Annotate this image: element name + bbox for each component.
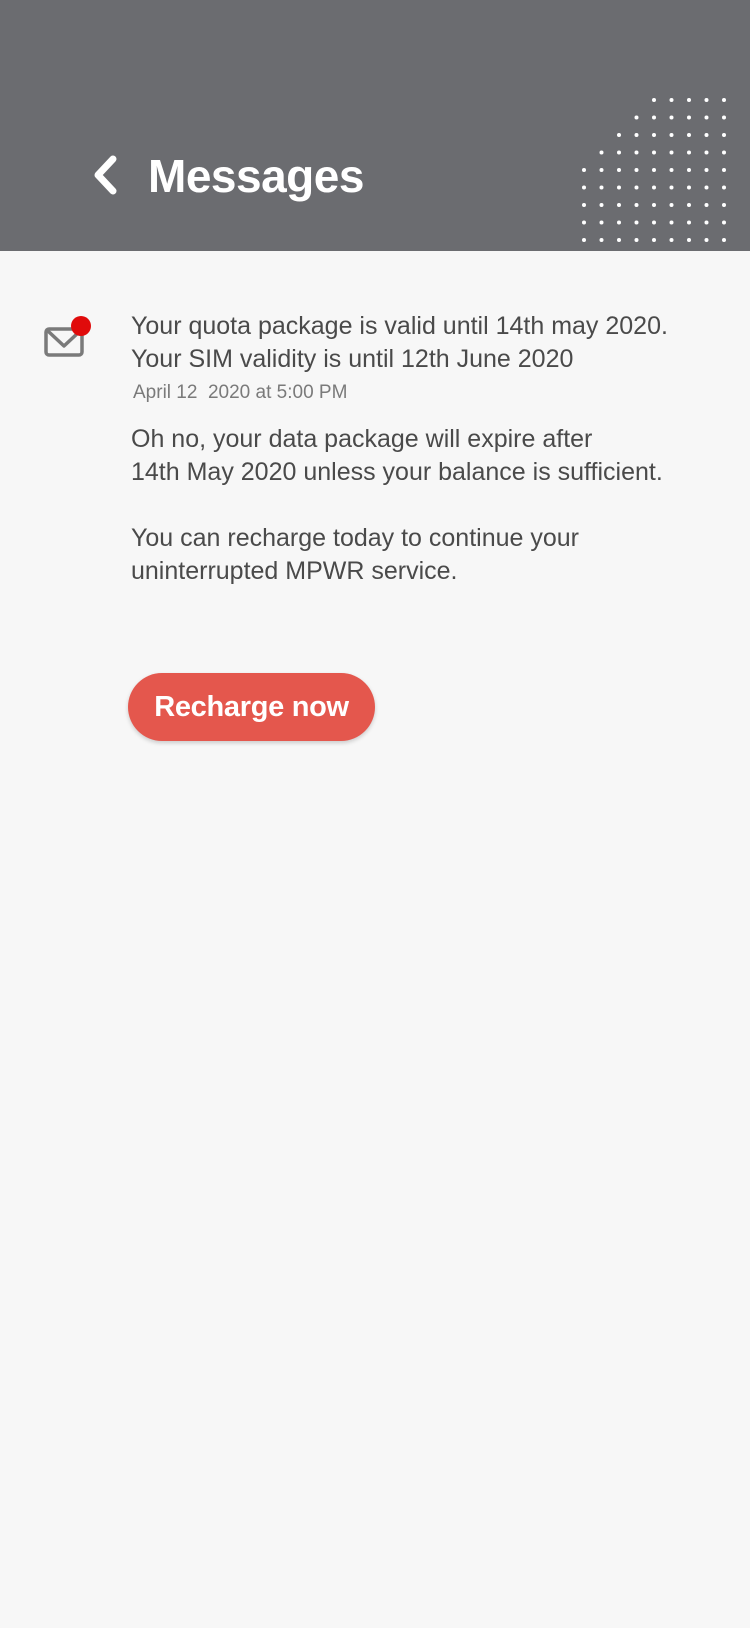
pattern-dot — [582, 185, 586, 190]
pattern-dot — [669, 98, 674, 102]
pattern-dot — [722, 115, 726, 120]
message-timestamp: April 12 2020 at 5:00 PM — [133, 382, 348, 403]
message-subject: Your quota package is valid until 14th m… — [131, 310, 731, 376]
pattern-dot — [652, 168, 656, 172]
pattern-dot — [704, 220, 709, 225]
pattern-dot — [652, 185, 656, 190]
pattern-dot — [669, 203, 674, 207]
pattern-dot — [599, 238, 604, 242]
pattern-dot — [617, 203, 621, 207]
pattern-dot — [722, 238, 726, 242]
pattern-dot — [599, 185, 604, 190]
unread-indicator — [71, 316, 91, 336]
pattern-dot — [582, 220, 586, 225]
pattern-dot — [652, 203, 656, 207]
pattern-dot — [722, 98, 726, 102]
subject-line: Your quota package is valid until 14th m… — [131, 312, 668, 340]
pattern-dot — [687, 220, 691, 225]
pattern-dot — [617, 185, 621, 190]
pattern-dot — [669, 133, 674, 137]
pattern-dot — [704, 185, 709, 190]
app-header: Messages — [0, 0, 750, 251]
pattern-dot — [634, 150, 639, 155]
pattern-dot — [634, 133, 639, 137]
page-title: Messages — [148, 150, 364, 202]
pattern-dot — [704, 168, 709, 172]
pattern-dot — [582, 168, 586, 172]
pattern-dot — [634, 203, 639, 207]
pattern-dot — [722, 185, 726, 190]
pattern-dot — [722, 168, 726, 172]
pattern-dot — [669, 168, 674, 172]
pattern-dot — [722, 150, 726, 155]
pattern-dot — [704, 238, 709, 242]
pattern-dot — [669, 150, 674, 155]
pattern-dot — [669, 238, 674, 242]
pattern-dot — [669, 220, 674, 225]
pattern-dot — [704, 98, 709, 102]
pattern-dot — [652, 238, 656, 242]
pattern-dot — [687, 115, 691, 120]
pattern-dot — [582, 238, 586, 242]
pattern-dot — [652, 133, 656, 137]
pattern-dot — [687, 133, 691, 137]
pattern-dot — [599, 168, 604, 172]
chevron-left-icon — [94, 155, 117, 195]
pattern-dot — [582, 203, 586, 207]
pattern-dot — [617, 150, 621, 155]
message-body: Oh no, your data package will expire aft… — [131, 423, 731, 621]
pattern-dot — [669, 185, 674, 190]
pattern-dot — [617, 133, 621, 137]
pattern-dot — [634, 220, 639, 225]
pattern-dot — [617, 238, 621, 242]
pattern-dot — [617, 220, 621, 225]
pattern-dot — [687, 203, 691, 207]
pattern-dot — [687, 98, 691, 102]
pattern-dot — [722, 220, 726, 225]
pattern-dot — [652, 220, 656, 225]
decorative-dot-pattern — [582, 98, 726, 242]
pattern-dot — [722, 133, 726, 137]
back-button[interactable] — [84, 148, 128, 202]
pattern-dot — [652, 115, 656, 120]
pattern-dot — [687, 150, 691, 155]
pattern-dot — [599, 150, 604, 155]
recharge-now-button[interactable]: Recharge now — [128, 673, 375, 741]
pattern-dot — [634, 168, 639, 172]
pattern-dot — [687, 168, 691, 172]
pattern-dot — [599, 220, 604, 225]
pattern-dot — [704, 203, 709, 207]
pattern-dot — [704, 150, 709, 155]
pattern-dot — [669, 115, 674, 120]
pattern-dot — [617, 168, 621, 172]
pattern-dot — [634, 238, 639, 242]
pattern-dot — [634, 115, 639, 120]
pattern-dot — [634, 185, 639, 190]
pattern-dot — [704, 115, 709, 120]
subject-line: Your SIM validity is until 12th June 202… — [131, 345, 574, 373]
pattern-dot — [652, 150, 656, 155]
pattern-dot — [704, 133, 709, 137]
pattern-dot — [722, 203, 726, 207]
pattern-dot — [687, 238, 691, 242]
pattern-dot — [652, 98, 656, 102]
pattern-dot — [599, 203, 604, 207]
body-paragraph: Oh no, your data package will expire aft… — [131, 425, 663, 486]
body-paragraph: You can recharge today to continue your … — [131, 524, 579, 585]
pattern-dot — [687, 185, 691, 190]
